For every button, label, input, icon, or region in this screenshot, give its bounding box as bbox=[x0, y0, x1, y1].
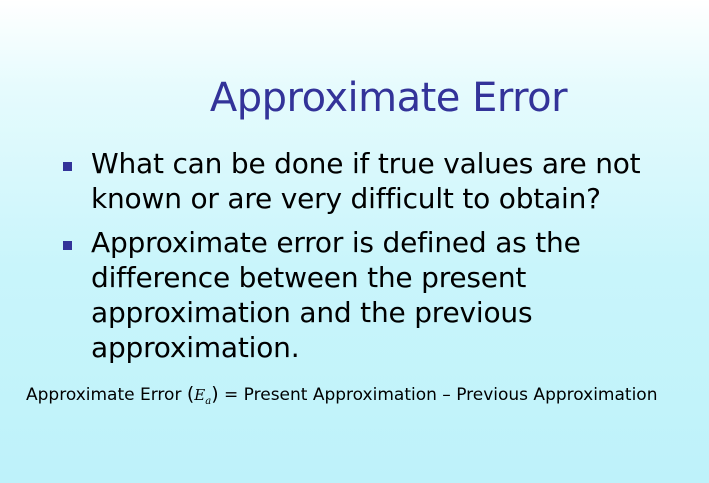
square-bullet-icon bbox=[63, 162, 72, 171]
bullet-item: What can be done if true values are not … bbox=[62, 146, 702, 216]
formula-close-paren: ) bbox=[211, 383, 219, 405]
slide-title: Approximate Error bbox=[209, 75, 568, 121]
bullet-list: What can be done if true values are not … bbox=[62, 146, 702, 374]
formula-symbol: Ea bbox=[194, 386, 211, 407]
bullet-item: Approximate error is defined as the diff… bbox=[62, 225, 702, 365]
bullet-text: Approximate error is defined as the diff… bbox=[91, 226, 581, 364]
bullet-text: What can be done if true values are not … bbox=[91, 147, 641, 215]
formula: Approximate Error (Ea) = Present Approxi… bbox=[26, 381, 706, 415]
formula-lhs: Approximate Error bbox=[26, 385, 182, 405]
square-bullet-icon bbox=[63, 241, 72, 250]
formula-rhs: = Present Approximation – Previous Appro… bbox=[224, 385, 658, 405]
formula-symbol-letter: E bbox=[194, 386, 206, 404]
slide: Approximate Error What can be done if tr… bbox=[0, 0, 709, 483]
